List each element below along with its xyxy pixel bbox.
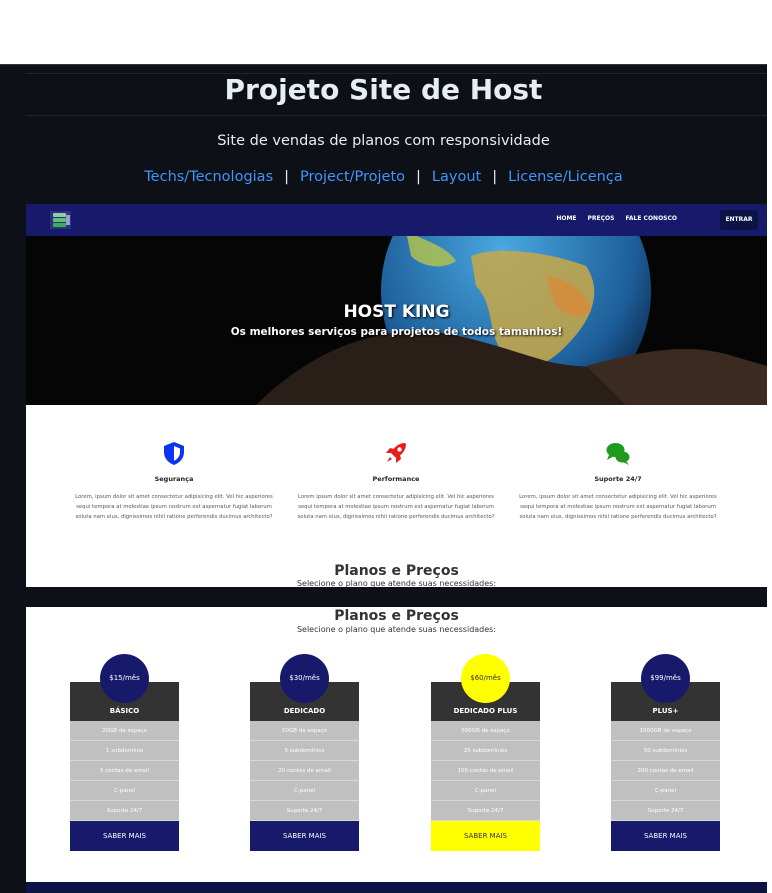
plan-feature: 500GB de espaço [431,721,540,741]
hero-subtitle: Os melhores serviços para projetos de to… [230,326,563,338]
plan-feature: 5 contas de email [70,761,179,781]
plan-price: $99/mês [641,654,690,703]
feature-support: Suporte 24/7 Lorem, ipsum dolor sit amet… [518,440,718,522]
plan-feature: 50GB de espaço [250,721,359,741]
login-button[interactable]: ENTRAR [720,210,758,230]
nav-home[interactable]: HOME [556,215,576,222]
plan-feature: Suporte 24/7 [611,801,720,821]
readme-panel: Projeto Site de Host Site de vendas de p… [0,64,767,893]
link-project[interactable]: Project/Projeto [300,169,405,185]
link-separator: | [416,169,421,185]
nav-fale-conosco[interactable]: FALE CONOSCO [625,215,677,222]
saber-mais-button[interactable]: SABER MAIS [611,821,720,851]
link-separator: | [492,169,498,185]
feature-text: Lorem, ipsum dolor sit amet consectetur … [519,494,717,520]
nav-precos[interactable]: PREÇOS [588,215,615,222]
feature-security: Segurança Lorem, ipsum dolor sit amet co… [74,440,274,522]
saber-mais-button[interactable]: SABER MAIS [250,821,359,851]
divider [26,115,767,116]
plan-feature: 50 subdomínios [611,741,720,761]
feature-performance: Performance Lorem ipsum dolor sit amet c… [296,440,496,522]
plan-feature: C-panel [70,781,179,801]
plan-feature: 20 contas de email [250,761,359,781]
chat-bubbles-icon [606,443,630,465]
feature-title: Performance [372,475,420,483]
plan-card-dedicado-plus: $60/mês DEDICADO PLUS 500GB de espaço 25… [431,654,540,851]
hero-title: HOST KING [343,302,450,322]
site-navbar: HOME PREÇOS FALE CONOSCO ENTRAR [26,204,767,236]
plan-feature: Suporte 24/7 [431,801,540,821]
plan-price: $60/mês [461,654,510,703]
saber-mais-button[interactable]: SABER MAIS [70,821,179,851]
feature-title: Suporte 24/7 [594,475,642,483]
feature-title: Segurança [154,475,194,483]
link-separator: | [284,169,290,185]
rocket-icon [386,443,406,463]
saber-mais-button[interactable]: SABER MAIS [431,821,540,851]
plan-feature: 200 contas de email [611,761,720,781]
readme-subtitle: Site de vendas de planos com responsivid… [217,133,550,149]
plan-card-basico: $15/mês BÁSICO 20GB de espaço 1 subdomín… [70,654,179,851]
plan-feature: C-panel [611,781,720,801]
plan-feature: 5 subdomínios [250,741,359,761]
plan-features: 20GB de espaço 1 subdomínio 5 contas de … [70,721,179,821]
plan-feature: 1000GB de espaço [611,721,720,741]
site-screenshot-home: HOME PREÇOS FALE CONOSCO ENTRAR HOST KIN… [26,204,767,587]
link-techs[interactable]: Techs/Tecnologias [144,169,273,185]
plan-feature: Suporte 24/7 [250,801,359,821]
plan-feature: C-panel [250,781,359,801]
plan-feature: 25 subdomínios [431,741,540,761]
page-top-margin [0,0,772,64]
divider [0,64,767,65]
server-stack-icon [50,211,71,229]
feature-text: Lorem, ipsum dolor sit amet consectetur … [75,494,273,520]
plan-feature: 100 contas de email [431,761,540,781]
feature-text: Lorem ipsum dolor sit amet consectetur a… [297,494,495,520]
link-license[interactable]: License/Licença [508,169,623,185]
link-layout[interactable]: Layout [432,169,481,185]
readme-links: Techs/Tecnologias | Project/Projeto | Layout… [0,169,767,185]
plan-card-plus: $99/mês PLUS+ 1000GB de espaço 50 subdom… [611,654,720,851]
site-screenshot-pricing: Planos e Preços Selecione o plano que at… [26,607,767,893]
shield-icon [164,442,184,465]
hero-banner: HOST KING Os melhores serviços para proj… [26,236,767,405]
plan-card-dedicado: $30/mês DEDICADO 50GB de espaço 5 subdom… [250,654,359,851]
plan-features: 50GB de espaço 5 subdomínios 20 contas d… [250,721,359,821]
plan-feature: 1 subdomínio [70,741,179,761]
plan-feature: C-panel [431,781,540,801]
plan-price: $30/mês [280,654,329,703]
plan-features: 500GB de espaço 25 subdomínios 100 conta… [431,721,540,821]
plan-price: $15/mês [100,654,149,703]
pricing-title: Planos e Preços [334,608,459,624]
plan-feature: 20GB de espaço [70,721,179,741]
plan-features: 1000GB de espaço 50 subdomínios 200 cont… [611,721,720,821]
site-nav-links: HOME PREÇOS FALE CONOSCO [556,215,677,222]
pricing-subtitle: Selecione o plano que atende suas necess… [296,579,497,587]
plan-feature: Suporte 24/7 [70,801,179,821]
site-footer-strip [26,882,767,893]
pricing-title: Planos e Preços [334,563,459,579]
readme-title: Projeto Site de Host [224,73,543,106]
pricing-subtitle: Selecione o plano que atende suas necess… [296,625,497,634]
